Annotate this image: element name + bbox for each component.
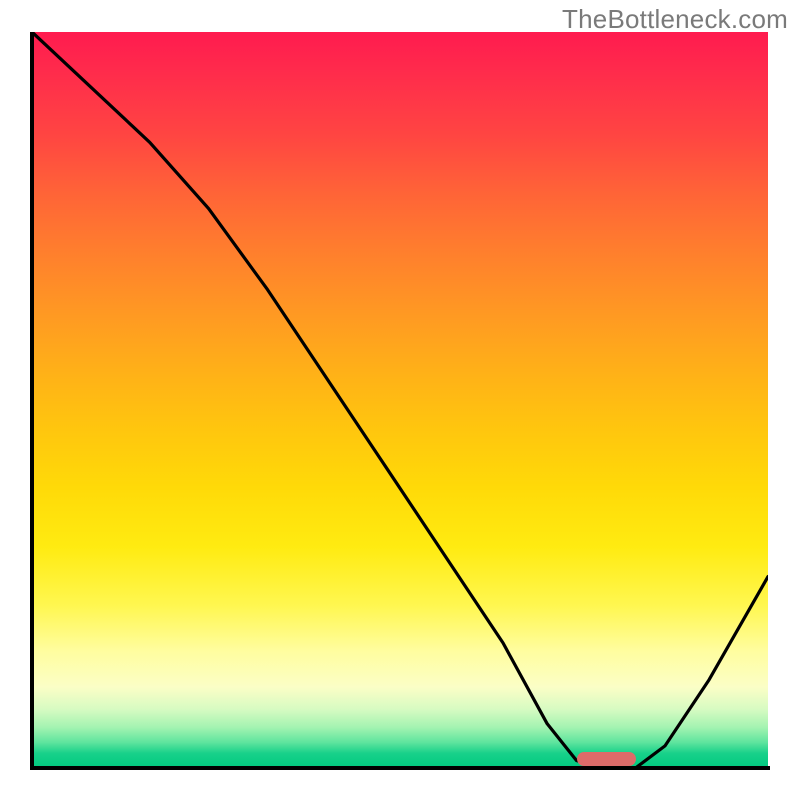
optimum-marker	[577, 752, 636, 766]
bottleneck-curve-path	[32, 32, 768, 768]
watermark-text: TheBottleneck.com	[562, 4, 788, 35]
bottleneck-chart: TheBottleneck.com	[0, 0, 800, 800]
curve-layer	[32, 32, 768, 768]
plot-area	[32, 32, 768, 768]
